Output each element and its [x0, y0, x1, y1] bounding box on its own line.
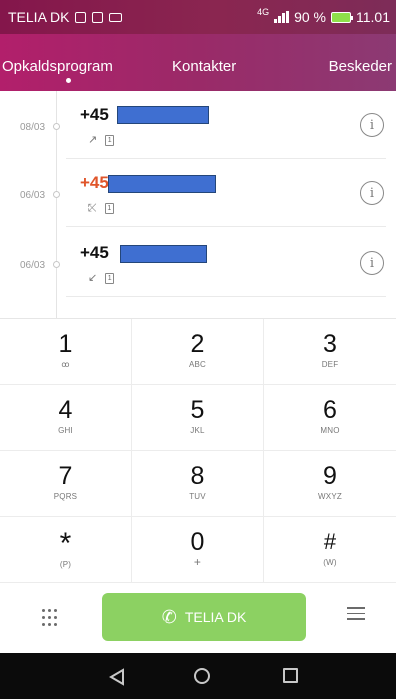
call-log-entry[interactable]: 08/03 +45 ↗ 1 i	[0, 91, 396, 159]
key-digit: 6	[323, 396, 337, 424]
key-letters: WXYZ	[318, 492, 342, 501]
key-letters: MNO	[320, 426, 340, 435]
key-3[interactable]: 3 DEF	[264, 319, 396, 385]
key-digit: #	[323, 529, 337, 554]
key-digit: 3	[323, 330, 337, 358]
menu-icon[interactable]	[347, 607, 365, 621]
sim-1-icon: 1	[105, 135, 115, 146]
key-digit: 4	[58, 396, 73, 424]
sim-status-icon	[75, 11, 87, 23]
call-meta: ↗ 1	[88, 134, 115, 146]
phone-icon: ✆	[161, 606, 177, 627]
key-digit: *	[59, 527, 72, 560]
key-8[interactable]: 8 TUV	[132, 451, 264, 517]
outgoing-call-icon: ↗	[88, 134, 98, 146]
key-star[interactable]: * (P)	[0, 517, 132, 583]
sim-1-icon: 1	[104, 203, 114, 214]
call-date: 06/03	[20, 190, 46, 201]
key-letters: (W)	[323, 558, 337, 567]
row-divider	[66, 296, 386, 297]
incoming-call-icon: ↙	[88, 272, 98, 284]
status-bar: TELIA DK 4G 90 % 11.01	[0, 0, 396, 34]
key-2[interactable]: 2 ABC	[132, 319, 264, 385]
info-button[interactable]: i	[360, 251, 384, 275]
redaction-block	[117, 106, 209, 124]
key-6[interactable]: 6 MNO	[264, 385, 396, 451]
call-number: +45	[80, 173, 109, 192]
key-1[interactable]: 1 ꝏ	[0, 319, 132, 385]
key-letters: +	[193, 555, 202, 569]
call-log: 08/03 +45 ↗ 1 i 06/03 +45 ⤪ 1 i 06/03 +4…	[0, 91, 396, 318]
clock: 11.01	[356, 9, 390, 25]
timeline-dot	[53, 191, 60, 198]
voicemail-icon: ꝏ	[61, 360, 70, 369]
image-notification-icon	[92, 11, 104, 23]
key-letters: TUV	[189, 492, 206, 501]
signal-icon	[274, 11, 290, 23]
info-button[interactable]: i	[360, 181, 384, 205]
key-letters: DEF	[321, 360, 339, 369]
key-hash[interactable]: # (W)	[264, 517, 396, 583]
call-button[interactable]: ✆ TELIA DK	[102, 593, 306, 641]
battery-icon	[331, 11, 353, 23]
dial-keypad: 1 ꝏ 2 ABC 3 DEF 4 GHI 5 JKL 6 MNO 7 PQRS…	[0, 318, 396, 583]
call-date: 08/03	[20, 122, 46, 133]
key-letters: PQRS	[53, 492, 78, 501]
tab-messages[interactable]: Beskeder	[329, 58, 392, 75]
key-letters: JKL	[190, 426, 205, 435]
key-digit: 2	[190, 330, 205, 358]
status-right: 4G 90 % 11.01	[257, 7, 390, 25]
sim-1-icon: 1	[105, 273, 115, 284]
timeline-dot	[53, 261, 60, 268]
call-button-label: TELIA DK	[184, 609, 247, 625]
timeline-dot	[53, 123, 60, 130]
call-meta: ⤪ 1	[88, 203, 114, 214]
home-icon[interactable]	[194, 668, 210, 684]
call-number: +45	[80, 243, 109, 262]
missed-call-icon: ⤪	[88, 202, 97, 214]
key-letters: (P)	[59, 560, 72, 569]
key-digit: 0	[190, 528, 205, 556]
key-letters: GHI	[58, 426, 73, 435]
action-bar: ✆ TELIA DK	[0, 582, 396, 653]
key-0[interactable]: 0 +	[132, 517, 264, 583]
network-type: 4G	[257, 7, 270, 17]
info-button[interactable]: i	[360, 113, 384, 137]
tab-contacts[interactable]: Kontakter	[172, 58, 236, 75]
row-divider	[66, 226, 386, 227]
call-date: 06/03	[20, 260, 46, 271]
carrier-name: TELIA DK	[8, 9, 70, 25]
key-digit: 9	[323, 462, 337, 490]
recent-apps-icon[interactable]	[283, 668, 298, 683]
redaction-block	[120, 245, 207, 263]
tab-dialer[interactable]: Opkaldsprogram	[2, 58, 113, 75]
call-number: +45	[80, 105, 109, 124]
key-digit: 1	[58, 330, 73, 358]
status-left: TELIA DK	[8, 9, 123, 25]
key-7[interactable]: 7 PQRS	[0, 451, 132, 517]
nav-bar	[0, 653, 396, 699]
key-4[interactable]: 4 GHI	[0, 385, 132, 451]
key-letters: ABC	[188, 360, 207, 369]
back-icon[interactable]	[109, 668, 125, 686]
key-5[interactable]: 5 JKL	[132, 385, 264, 451]
key-9[interactable]: 9 WXYZ	[264, 451, 396, 517]
dialpad-toggle-icon[interactable]	[42, 609, 60, 627]
redaction-block	[108, 175, 216, 193]
keyboard-notification-icon	[109, 12, 123, 22]
call-meta: ↙ 1	[88, 272, 115, 284]
key-digit: 7	[58, 462, 73, 490]
active-tab-indicator	[66, 78, 71, 83]
key-digit: 5	[190, 396, 205, 424]
battery-percent: 90 %	[294, 9, 326, 25]
tab-bar: Opkaldsprogram Kontakter Beskeder	[0, 34, 396, 91]
key-digit: 8	[190, 462, 205, 490]
